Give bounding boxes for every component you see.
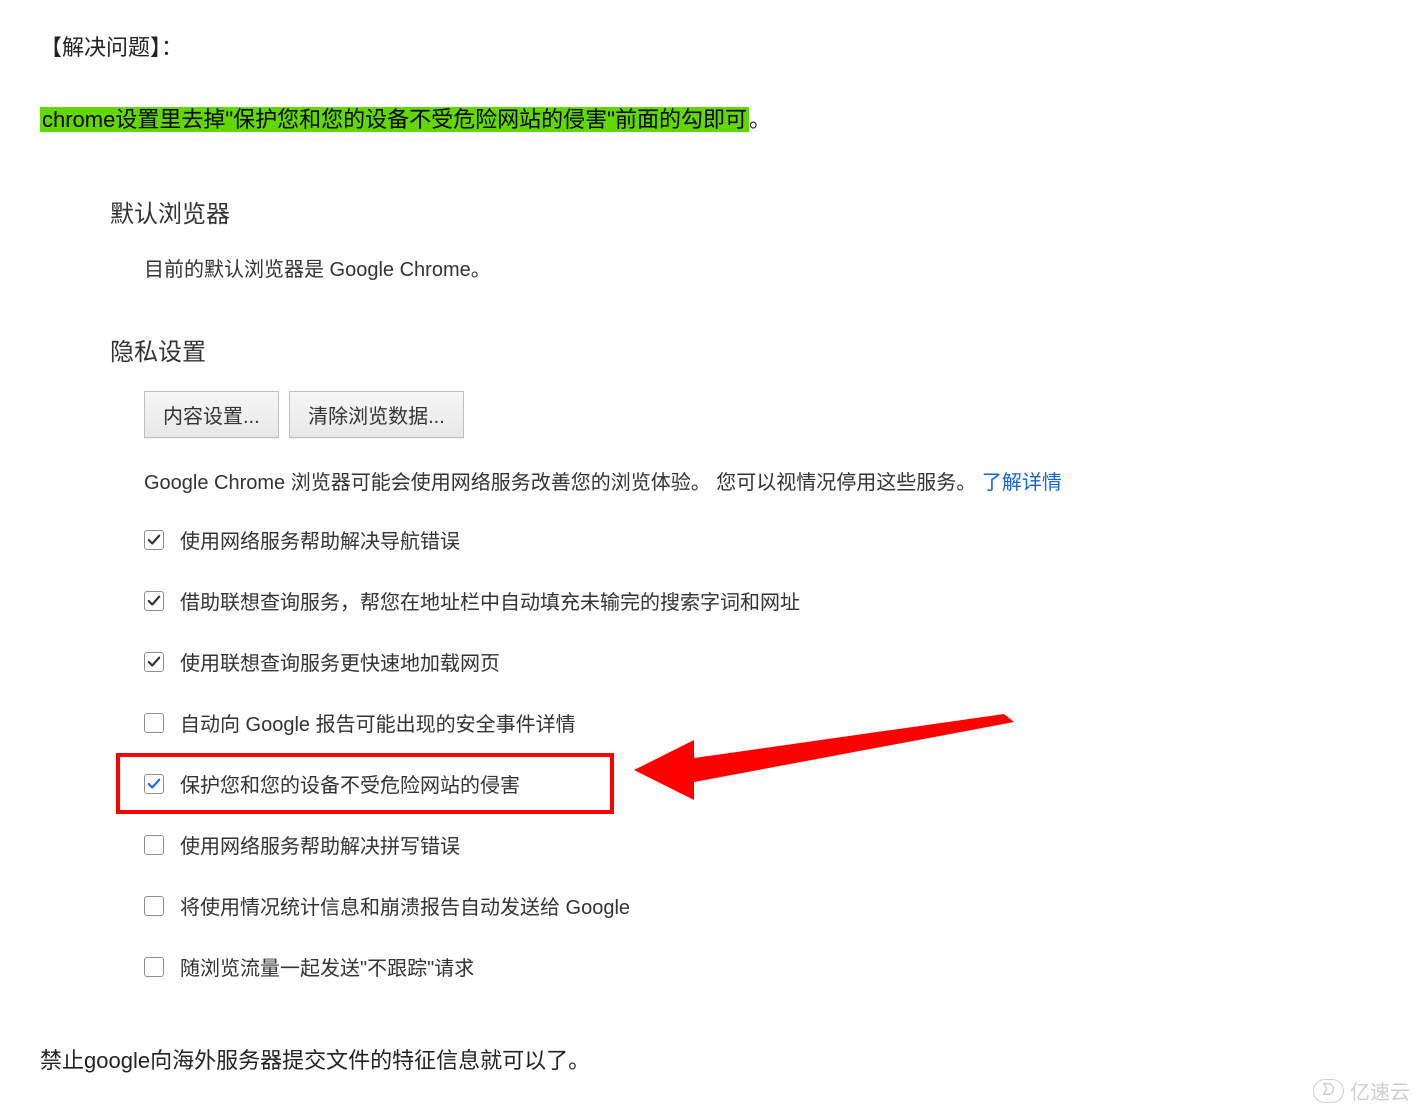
chrome-settings-screenshot: 默认浏览器 目前的默认浏览器是 Google Chrome。 隐私设置 内容设置… — [110, 194, 1210, 983]
privacy-options-list: 使用网络服务帮助解决导航错误借助联想查询服务，帮您在地址栏中自动填充未输完的搜索… — [144, 523, 1210, 983]
clear-browsing-data-button[interactable]: 清除浏览数据... — [289, 391, 464, 438]
watermark-text: 亿速云 — [1350, 1076, 1410, 1105]
checkbox[interactable] — [144, 957, 164, 977]
privacy-option-label: 随浏览流量一起发送"不跟踪"请求 — [180, 952, 474, 981]
privacy-option-label: 使用网络服务帮助解决导航错误 — [180, 525, 460, 554]
footer-explanation: 禁止google向海外服务器提交文件的特征信息就可以了。 — [40, 1043, 1386, 1075]
privacy-buttons-row: 内容设置... 清除浏览数据... — [144, 391, 1210, 438]
solution-highlight: chrome设置里去掉"保护您和您的设备不受危险网站的侵害"前面的勾即可 — [40, 107, 749, 132]
privacy-heading: 隐私设置 — [110, 332, 1210, 367]
privacy-option-label: 保护您和您的设备不受危险网站的侵害 — [180, 769, 520, 798]
privacy-option-label: 借助联想查询服务，帮您在地址栏中自动填充未输完的搜索字词和网址 — [180, 586, 800, 615]
solution-highlight-line: chrome设置里去掉"保护您和您的设备不受危险网站的侵害"前面的勾即可。 — [40, 102, 1386, 134]
watermark: ᗤ 亿速云 — [1313, 1076, 1410, 1105]
privacy-option-label: 使用网络服务帮助解决拼写错误 — [180, 830, 460, 859]
content-settings-button[interactable]: 内容设置... — [144, 391, 279, 438]
watermark-icon: ᗤ — [1313, 1079, 1344, 1103]
privacy-description: Google Chrome 浏览器可能会使用网络服务改善您的浏览体验。 您可以视… — [144, 466, 1210, 495]
privacy-option-row: 使用网络服务帮助解决导航错误 — [144, 523, 1210, 556]
solution-suffix: 。 — [749, 107, 771, 132]
checkbox[interactable] — [144, 530, 164, 550]
default-browser-text: 目前的默认浏览器是 Google Chrome。 — [144, 253, 1210, 282]
privacy-option-row: 自动向 Google 报告可能出现的安全事件详情 — [144, 706, 1210, 739]
section-title: 【解决问题】： — [40, 30, 1386, 62]
privacy-description-text: Google Chrome 浏览器可能会使用网络服务改善您的浏览体验。 您可以视… — [144, 472, 982, 494]
checkbox[interactable] — [144, 896, 164, 916]
privacy-option-row: 借助联想查询服务，帮您在地址栏中自动填充未输完的搜索字词和网址 — [144, 584, 1210, 617]
privacy-option-row: 将使用情况统计信息和崩溃报告自动发送给 Google — [144, 889, 1210, 922]
privacy-option-row: 保护您和您的设备不受危险网站的侵害 — [144, 767, 1210, 800]
privacy-option-row: 使用联想查询服务更快速地加载网页 — [144, 645, 1210, 678]
checkbox[interactable] — [144, 713, 164, 733]
checkbox[interactable] — [144, 652, 164, 672]
privacy-option-label: 将使用情况统计信息和崩溃报告自动发送给 Google — [180, 891, 630, 920]
checkbox[interactable] — [144, 774, 164, 794]
checkbox[interactable] — [144, 835, 164, 855]
checkbox[interactable] — [144, 591, 164, 611]
learn-more-link[interactable]: 了解详情 — [982, 472, 1062, 494]
default-browser-heading: 默认浏览器 — [110, 194, 1210, 229]
privacy-option-label: 使用联想查询服务更快速地加载网页 — [180, 647, 500, 676]
privacy-option-label: 自动向 Google 报告可能出现的安全事件详情 — [180, 708, 576, 737]
privacy-option-row: 随浏览流量一起发送"不跟踪"请求 — [144, 950, 1210, 983]
privacy-option-row: 使用网络服务帮助解决拼写错误 — [144, 828, 1210, 861]
